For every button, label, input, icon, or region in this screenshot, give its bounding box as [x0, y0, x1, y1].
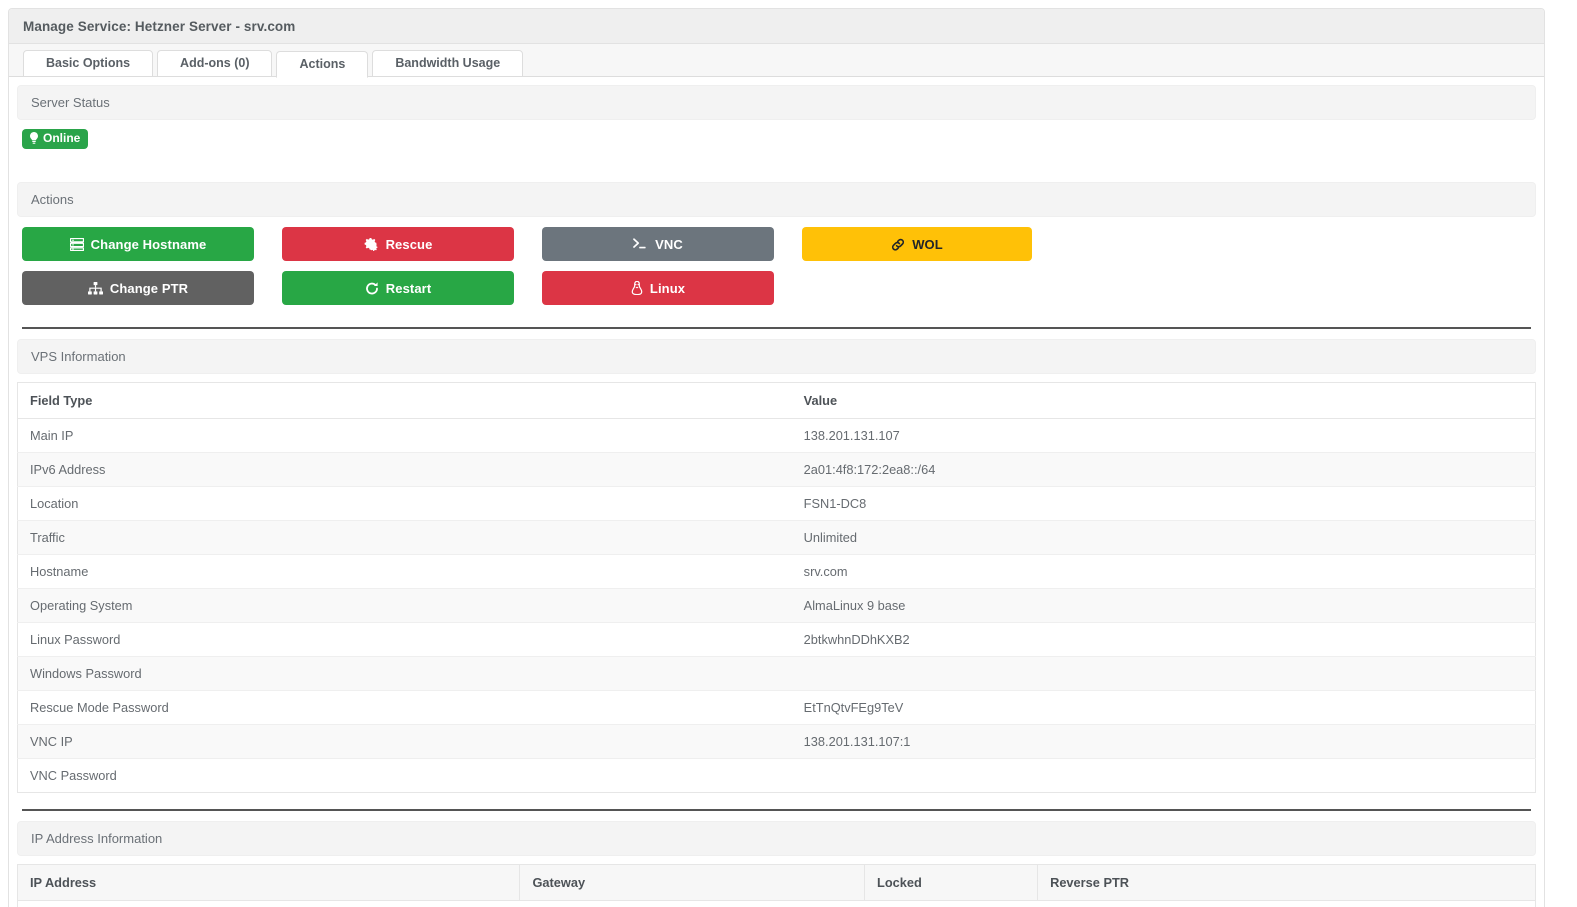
link-icon — [891, 238, 905, 251]
table-row: Hostname srv.com — [17, 554, 1536, 589]
table-row: 138.201.131.107138.201.131.65Notest.com — [17, 900, 1536, 907]
table-cell: Unlimited — [791, 520, 1536, 555]
button-label: VNC — [655, 236, 683, 252]
section-divider-1 — [22, 327, 1531, 329]
change-hostname-button[interactable]: Change Hostname — [22, 227, 254, 261]
restart-button[interactable]: Restart — [282, 271, 514, 305]
table-cell: test.com — [1037, 900, 1536, 907]
terminal-icon — [633, 238, 648, 250]
table-cell: IPv6 Address — [17, 452, 792, 487]
table-cell: Windows Password — [17, 656, 792, 691]
column-header: Gateway — [519, 864, 865, 901]
ip-address-information-heading: IP Address Information — [17, 821, 1536, 856]
tab-actions[interactable]: Actions — [276, 51, 369, 78]
table-cell: 138.201.131.107:1 — [791, 724, 1536, 759]
table-cell: 2a01:4f8:172:2ea8::/64 — [791, 452, 1536, 487]
server-icon — [69, 237, 84, 251]
linux-icon — [631, 281, 643, 295]
server-status-body: Online — [9, 120, 1544, 150]
button-label: Linux — [649, 280, 686, 296]
rescue-button[interactable]: Rescue — [282, 227, 514, 261]
refresh-icon — [365, 281, 379, 295]
ip-address-table-wrap: IP AddressGatewayLockedReverse PTR 138.2… — [9, 856, 1544, 907]
table-body: Main IP 138.201.131.107 IPv6 Address 2a01:4… — [17, 418, 1536, 793]
table-row: VNC IP 138.201.131.107:1 — [17, 724, 1536, 759]
table-row: Windows Password — [17, 656, 1536, 691]
table-row: VNC Password — [17, 758, 1536, 793]
table-cell: Hostname — [17, 554, 792, 589]
section-divider-2 — [22, 809, 1531, 811]
table-row: IPv6 Address 2a01:4f8:172:2ea8::/64 — [17, 452, 1536, 487]
table-cell: 138.201.131.65 — [519, 900, 865, 907]
tab-label: Bandwidth Usage — [395, 55, 501, 70]
table-row: Operating System AlmaLinux 9 base — [17, 588, 1536, 623]
table-row: Rescue Mode Password EtTnQtvFEg9TeV — [17, 690, 1536, 725]
tab-label: Basic Options — [46, 55, 131, 70]
table-cell: Rescue Mode Password — [17, 690, 792, 725]
table-row: Traffic Unlimited — [17, 520, 1536, 555]
tab-add-ons-0[interactable]: Add-ons (0) — [157, 50, 273, 77]
status-badge-label: Online — [43, 131, 81, 145]
table-cell: Operating System — [17, 588, 792, 623]
tab-basic-options[interactable]: Basic Options — [23, 50, 154, 77]
tab-content-actions: Server Status Online Actions Change Host… — [9, 85, 1544, 907]
button-label: Restart — [385, 280, 432, 296]
table-header-row: IP Address Gateway Locked Reverse PTR — [17, 864, 1536, 901]
tab-bar: Basic Options Add-ons (0) Actions Bandwidth… — [9, 44, 1544, 78]
table-cell: EtTnQtvFEg9TeV — [791, 690, 1536, 725]
vps-information-heading: VPS Information — [17, 339, 1536, 374]
tab-label: Actions — [299, 56, 346, 71]
wol-button[interactable]: WOL — [802, 227, 1032, 261]
sitemap-icon — [87, 281, 103, 295]
ip-address-information-table: IP AddressGatewayLockedReverse PTR 138.2… — [17, 864, 1536, 907]
table-cell: No — [864, 900, 1038, 907]
app-page: Manage Service: Hetzner Server - srv.com… — [0, 0, 1577, 907]
column-header: Locked — [864, 864, 1038, 901]
table-body: 138.201.131.107138.201.131.65Notest.com2… — [17, 900, 1536, 907]
manage-service-panel: Manage Service: Hetzner Server - srv.com… — [8, 8, 1545, 907]
table-cell: 2btkwhnDDhKXB2 — [791, 622, 1536, 657]
change-ptr-button[interactable]: Change PTR — [22, 271, 254, 305]
status-badge: Online — [22, 129, 89, 149]
button-label: WOL — [912, 236, 943, 252]
table-cell: Linux Password — [17, 622, 792, 657]
table-cell: VNC IP — [17, 724, 792, 759]
table-cell: srv.com — [791, 554, 1536, 589]
table-cell: Main IP — [17, 418, 792, 453]
tab-bandwidth-usage[interactable]: Bandwidth Usage — [372, 50, 524, 77]
button-label: Rescue — [385, 236, 433, 252]
table-cell: Traffic — [17, 520, 792, 555]
cogs-icon — [364, 237, 379, 251]
column-header: Value — [791, 382, 1536, 419]
column-header: Field Type — [17, 382, 792, 419]
table-cell: 138.201.131.107 — [17, 900, 520, 907]
table-cell: Location — [17, 486, 792, 521]
action-buttons-grid: Change Hostname Rescue VNC WOL Change PTR Res… — [9, 217, 1544, 311]
page-title: Manage Service: Hetzner Server - srv.com — [9, 9, 1544, 44]
button-label: Change Hostname — [90, 236, 207, 252]
table-row: Location FSN1-DC8 — [17, 486, 1536, 521]
table-cell: VNC Password — [17, 758, 792, 793]
table-row: Linux Password 2btkwhnDDhKXB2 — [17, 622, 1536, 657]
table-cell: AlmaLinux 9 base — [791, 588, 1536, 623]
actions-heading: Actions — [17, 182, 1536, 217]
vnc-button[interactable]: VNC — [542, 227, 774, 261]
column-header: Reverse PTR — [1037, 864, 1536, 901]
table-row: Main IP 138.201.131.107 — [17, 418, 1536, 453]
button-label: Change PTR — [109, 280, 189, 296]
tab-label: Add-ons (0) — [180, 55, 250, 70]
column-header: IP Address — [17, 864, 520, 901]
server-status-heading: Server Status — [17, 85, 1536, 120]
linux-button[interactable]: Linux — [542, 271, 774, 305]
lightbulb-icon — [30, 132, 38, 144]
table-cell: FSN1-DC8 — [791, 486, 1536, 521]
table-cell — [791, 758, 1536, 793]
vps-information-table: Field Type Value Main IP 138.201.131.107 IP… — [17, 382, 1536, 793]
tabs: Basic Options Add-ons (0) Actions Bandwidth… — [23, 50, 1544, 78]
table-header-row: Field Type Value — [17, 382, 1536, 419]
vps-information-table-wrap: Field Type Value Main IP 138.201.131.107 IP… — [9, 374, 1544, 793]
table-cell: 138.201.131.107 — [791, 418, 1536, 453]
table-cell — [791, 656, 1536, 691]
